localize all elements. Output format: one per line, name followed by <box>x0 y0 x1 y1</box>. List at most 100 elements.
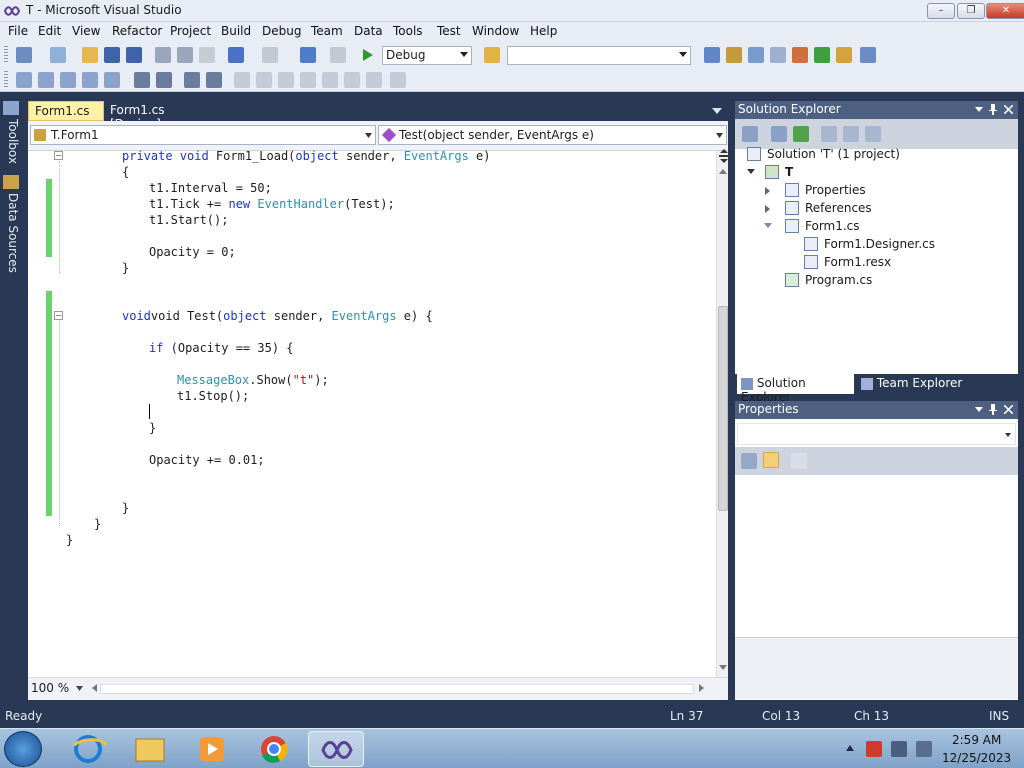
scroll-right-icon[interactable] <box>699 684 704 692</box>
save-icon[interactable] <box>104 47 120 63</box>
horizontal-scrollbar[interactable] <box>100 684 694 694</box>
clock-time[interactable]: 2:59 AM <box>952 733 1001 747</box>
types-dropdown[interactable]: T.Form1 <box>30 125 376 145</box>
previous-bookmark-in-folder-icon[interactable] <box>278 72 294 88</box>
internet-explorer-icon[interactable] <box>60 731 116 767</box>
close-button[interactable]: ✕ <box>986 3 1024 19</box>
alphabetical-icon[interactable] <box>763 452 779 468</box>
action-center-icon[interactable] <box>866 741 882 757</box>
windows-explorer-icon[interactable] <box>122 731 178 767</box>
display-parameter-info-icon[interactable] <box>38 72 54 88</box>
categorized-icon[interactable] <box>741 453 757 469</box>
view-class-diagram-icon[interactable] <box>865 126 881 142</box>
object-selector-dropdown[interactable] <box>737 423 1016 445</box>
members-dropdown[interactable]: Test(object sender, EventArgs e) <box>378 125 727 145</box>
chevron-down-icon[interactable] <box>975 407 983 412</box>
solution-configuration-dropdown[interactable]: Debug <box>382 46 472 65</box>
project-node[interactable]: T <box>765 163 793 181</box>
solution-node[interactable]: Solution 'T' (1 project) <box>747 145 900 163</box>
scroll-left-icon[interactable] <box>92 684 97 692</box>
zoom-level[interactable]: 100 % <box>31 681 69 695</box>
vertical-scrollbar[interactable] <box>716 149 729 677</box>
previous-bookmark-icon[interactable] <box>234 72 250 88</box>
tree-item-properties[interactable]: Properties <box>785 181 866 199</box>
menu-tools[interactable]: Tools <box>393 24 423 38</box>
chevron-down-icon[interactable] <box>975 107 983 112</box>
next-bookmark-icon[interactable] <box>256 72 272 88</box>
tools-icon[interactable] <box>792 47 808 63</box>
clear-bookmarks-icon[interactable] <box>366 72 382 88</box>
media-player-icon[interactable] <box>184 731 240 767</box>
network-icon[interactable] <box>891 741 907 757</box>
toggle-bookmark-icon[interactable] <box>206 72 222 88</box>
toolbox-icon[interactable] <box>770 47 786 63</box>
paste-icon[interactable] <box>199 47 215 63</box>
redo-icon[interactable] <box>262 47 278 63</box>
minimize-button[interactable]: – <box>927 3 955 19</box>
show-hidden-icons-icon[interactable] <box>846 745 854 751</box>
clock-date[interactable]: 12/25/2023 <box>942 751 1011 765</box>
menu-refactor[interactable]: Refactor <box>112 24 162 38</box>
navigate-backward-icon[interactable] <box>300 47 316 63</box>
menu-build[interactable]: Build <box>221 24 251 38</box>
copy-icon[interactable] <box>177 47 193 63</box>
scroll-up-icon[interactable] <box>719 169 727 174</box>
view-designer-icon[interactable] <box>843 126 859 142</box>
indent-icon[interactable] <box>134 72 150 88</box>
start-page-icon[interactable] <box>814 47 830 63</box>
pin-icon[interactable] <box>989 104 997 115</box>
scroll-thumb[interactable] <box>718 306 728 511</box>
menu-data[interactable]: Data <box>354 24 383 38</box>
tree-item-form1-designer[interactable]: Form1.Designer.cs <box>804 235 935 253</box>
find-icon[interactable] <box>390 72 406 88</box>
view-code-icon[interactable] <box>821 126 837 142</box>
command-window-icon[interactable] <box>860 47 876 63</box>
toolbar-grip[interactable] <box>4 71 8 89</box>
expanded-arrow-icon[interactable] <box>764 223 772 228</box>
close-icon[interactable] <box>1004 405 1013 414</box>
pin-icon[interactable] <box>989 404 997 415</box>
tree-item-references[interactable]: References <box>785 199 872 217</box>
find-in-files-icon[interactable] <box>484 47 500 63</box>
menu-file[interactable]: File <box>8 24 28 38</box>
menu-team[interactable]: Team <box>311 24 343 38</box>
code-area[interactable]: − − private void Form1_Load(object sende… <box>28 149 716 677</box>
collapsed-arrow-icon[interactable] <box>765 187 770 195</box>
solution-explorer-icon[interactable] <box>704 47 720 63</box>
next-bookmark-in-folder-icon[interactable] <box>300 72 316 88</box>
visual-studio-taskbar-icon[interactable] <box>308 731 364 767</box>
comment-lines-icon[interactable] <box>156 72 172 88</box>
tab-team-explorer[interactable]: Team Explorer <box>857 374 977 394</box>
tree-item-program-cs[interactable]: Program.cs <box>785 271 872 289</box>
extension-manager-icon[interactable] <box>836 47 852 63</box>
tab-form1-cs[interactable]: Form1.cs ✕ <box>28 101 104 132</box>
collapse-region-icon[interactable]: − <box>54 311 63 320</box>
menu-edit[interactable]: Edit <box>38 24 61 38</box>
add-item-icon[interactable] <box>50 47 66 63</box>
collapsed-arrow-icon[interactable] <box>765 205 770 213</box>
display-word-completion-icon[interactable] <box>82 72 98 88</box>
properties-window-icon[interactable] <box>726 47 742 63</box>
find-combo[interactable] <box>507 46 691 65</box>
previous-bookmark-in-document-icon[interactable] <box>322 72 338 88</box>
menu-window[interactable]: Window <box>472 24 519 38</box>
scroll-down-icon[interactable] <box>719 665 727 670</box>
chevron-down-icon[interactable] <box>76 686 83 691</box>
show-all-files-icon[interactable] <box>771 126 787 142</box>
navigate-forward-icon[interactable] <box>330 47 346 63</box>
save-all-icon[interactable] <box>126 47 142 63</box>
undo-icon[interactable] <box>228 47 244 63</box>
maximize-button[interactable]: ❐ <box>957 3 985 19</box>
new-project-icon[interactable] <box>16 47 32 63</box>
cut-icon[interactable] <box>155 47 171 63</box>
menu-help[interactable]: Help <box>530 24 557 38</box>
open-file-icon[interactable] <box>82 47 98 63</box>
toolbar-grip[interactable] <box>4 46 8 64</box>
split-handle-icon[interactable] <box>719 149 729 163</box>
close-icon[interactable] <box>1004 105 1013 114</box>
menu-view[interactable]: View <box>72 24 100 38</box>
menu-test[interactable]: Test <box>437 24 461 38</box>
properties-icon[interactable] <box>742 126 758 142</box>
data-sources-tab[interactable]: Data Sources <box>2 193 20 273</box>
start-button-icon[interactable] <box>4 731 42 767</box>
